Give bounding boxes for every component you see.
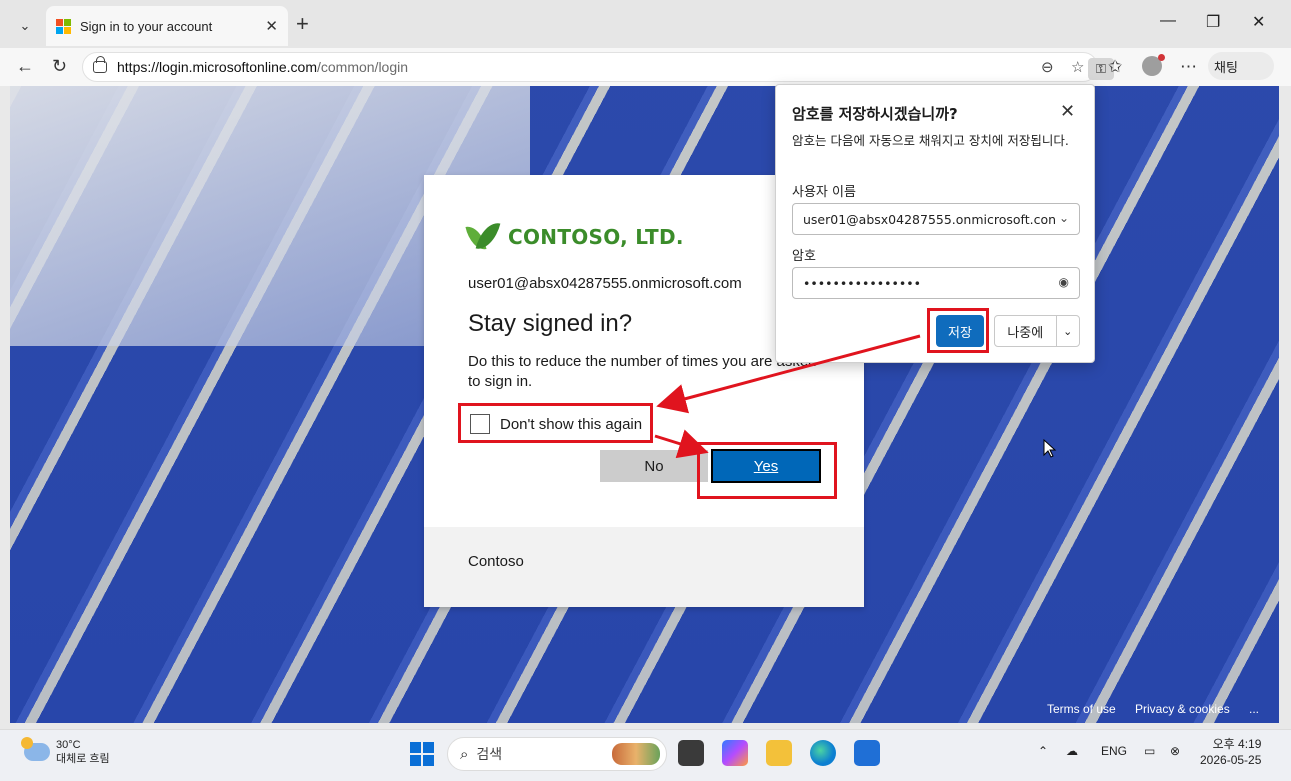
browser-tab[interactable]: Sign in to your account ✕ [46, 6, 288, 46]
taskbar: 30°C 대체로 흐림 ⌕ 검색 ⌃ ☁ ENG ▭ ⊗ 오후 4:19 202… [0, 729, 1291, 781]
url-host: https://login.microsoftonline.com [117, 59, 317, 75]
username-value: user01@absx04287555.onmicrosoft.con [803, 211, 1057, 227]
lock-icon[interactable] [93, 56, 107, 73]
store-icon[interactable] [854, 740, 880, 766]
search-highlight-image [612, 743, 660, 765]
settings-more-icon[interactable]: ⋯ [1180, 57, 1197, 77]
taskbar-search[interactable]: ⌕ 검색 [447, 737, 667, 771]
close-tab-icon[interactable]: ✕ [265, 17, 278, 35]
tab-title: Sign in to your account [80, 18, 213, 34]
more-tools-icon[interactable]: ⊖ [1041, 58, 1054, 76]
weather-widget[interactable]: 30°C 대체로 흐림 [21, 737, 110, 766]
password-field[interactable]: •••••••••••••••• ◉ [792, 267, 1080, 299]
window-close-icon[interactable]: ✕ [1252, 12, 1265, 32]
search-icon: ⌕ [460, 745, 469, 763]
language-indicator[interactable]: ENG [1101, 744, 1127, 758]
page-title: Stay signed in? [468, 310, 633, 337]
m365-copilot-icon[interactable] [722, 740, 748, 766]
not-now-dropdown-icon[interactable]: ⌄ [1055, 316, 1079, 346]
no-button[interactable]: No [600, 450, 708, 482]
clock-date: 2026-05-25 [1200, 753, 1262, 767]
favorite-star-icon[interactable]: ☆ [1071, 58, 1084, 76]
description: Do this to reduce the number of times yo… [468, 353, 817, 390]
copilot-button[interactable]: 채팅 [1208, 52, 1274, 114]
terms-link[interactable]: Terms of use [1047, 702, 1116, 716]
start-windows-icon[interactable] [410, 742, 434, 766]
username-field[interactable]: user01@absx04287555.onmicrosoft.con ⌄ [792, 203, 1080, 235]
user-email: user01@absx04287555.onmicrosoft.com [468, 275, 742, 292]
edge-browser-icon[interactable] [810, 740, 836, 766]
title-bar: ⌄ Sign in to your account ✕ + — ❐ ✕ [0, 0, 1291, 48]
address-bar-row: ← ↻ https://login.microsoftonline.com/co… [0, 48, 1291, 86]
back-icon[interactable]: ← [16, 56, 34, 77]
popup-description: 암호는 다음에 자동으로 채워지고 장치에 저장됩니다. [792, 133, 1069, 148]
clock-time: 오후 4:19 [1212, 737, 1262, 751]
tab-list-chevron-icon[interactable]: ⌄ [10, 11, 40, 41]
favorites-icon[interactable]: ✩ [1108, 57, 1122, 77]
url-path: /common/login [316, 59, 409, 75]
new-tab-icon[interactable]: + [296, 13, 309, 35]
weather-condition: 대체로 흐림 [56, 753, 110, 765]
microsoft-logo-icon [56, 18, 71, 34]
volume-muted-icon[interactable]: ⊗ [1170, 744, 1180, 758]
logo-text: CONTOSO, LTD. [508, 225, 684, 249]
search-placeholder: 검색 [476, 746, 503, 762]
save-highlight [927, 308, 989, 353]
display-icon[interactable]: ▭ [1144, 744, 1155, 758]
copilot-label: 채팅 [1214, 59, 1238, 75]
password-value: •••••••••••••••• [803, 275, 921, 291]
card-footer: Contoso [424, 527, 864, 607]
popup-close-icon[interactable]: ✕ [1060, 101, 1075, 122]
footer-more-icon[interactable]: ... [1249, 702, 1259, 716]
username-label: 사용자 이름 [792, 185, 856, 200]
restore-icon[interactable]: ❐ [1206, 12, 1220, 32]
address-bar[interactable]: https://login.microsoftonline.com/common… [82, 52, 1114, 82]
network-offline-icon[interactable]: ☁ [1066, 744, 1078, 758]
password-label: 암호 [792, 249, 816, 264]
refresh-icon[interactable]: ↻ [52, 56, 67, 77]
minimize-icon[interactable]: — [1160, 12, 1176, 30]
contoso-logo: CONTOSO, LTD. [468, 219, 684, 255]
footer-text: Contoso [468, 553, 524, 570]
reveal-password-eye-icon[interactable]: ◉ [1059, 275, 1069, 289]
leaf-icon [468, 219, 498, 255]
not-now-label: 나중에 [1007, 325, 1044, 341]
yes-highlight [697, 442, 837, 499]
system-clock[interactable]: 오후 4:19 2026-05-25 [1200, 736, 1261, 768]
username-dropdown-icon[interactable]: ⌄ [1059, 211, 1069, 225]
weather-cloud-icon [21, 737, 50, 761]
file-explorer-icon[interactable] [766, 740, 792, 766]
temperature: 30°C [56, 739, 81, 751]
notification-dot [1158, 54, 1165, 61]
mouse-cursor-icon [1043, 439, 1057, 458]
privacy-link[interactable]: Privacy & cookies [1135, 702, 1230, 716]
not-now-button[interactable]: 나중에 ⌄ [994, 315, 1080, 347]
checkbox-highlight [458, 403, 653, 443]
popup-title: 암호를 저장하시겠습니까? [792, 105, 958, 123]
task-view-icon[interactable] [678, 740, 704, 766]
show-hidden-icons-chevron-icon[interactable]: ⌃ [1038, 744, 1048, 758]
